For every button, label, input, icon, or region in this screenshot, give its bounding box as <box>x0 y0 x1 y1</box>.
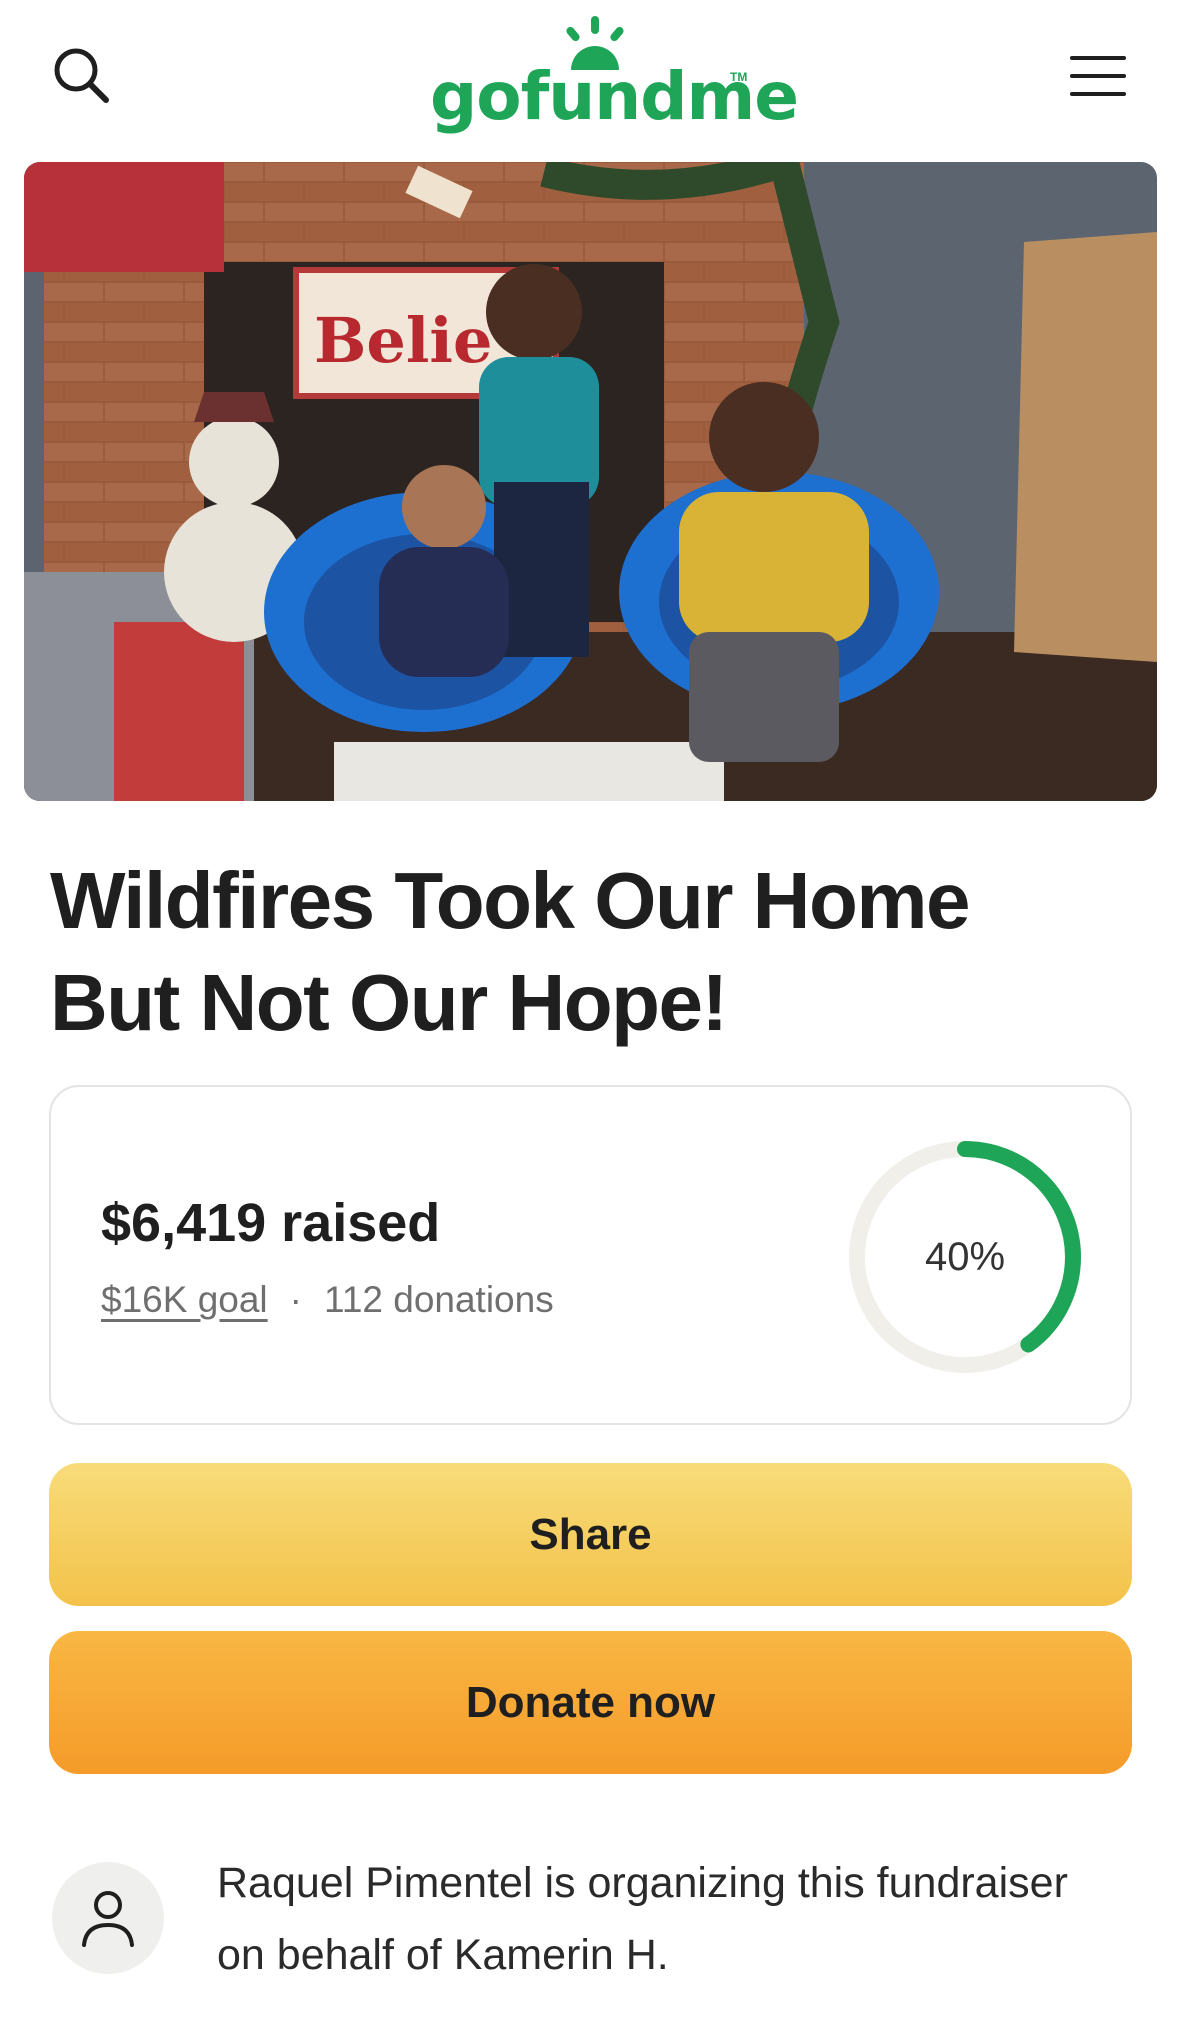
gofundme-logo[interactable]: gofundme TM <box>420 14 799 140</box>
top-header: gofundme TM <box>0 0 1179 150</box>
menu-button[interactable] <box>1058 38 1138 114</box>
fundraiser-hero-image[interactable]: Belie <box>24 162 1157 801</box>
share-button[interactable]: Share <box>49 1463 1132 1606</box>
fundraiser-page: gofundme TM Belie Wildfires Took Our Hom… <box>0 0 1179 2033</box>
organizer-avatar[interactable] <box>52 1862 164 1974</box>
organizer-text: Raquel Pimentel is organizing this fundr… <box>217 1859 1068 1979</box>
goal-link[interactable]: $16K goal <box>101 1279 268 1320</box>
user-icon <box>82 1891 134 1947</box>
svg-text:Belie: Belie <box>314 304 492 377</box>
donate-now-button[interactable]: Donate now <box>49 1631 1132 1774</box>
progress-card: $6,419 raised $16K goal · 112 donations 40… <box>49 1085 1132 1425</box>
campaign-title: Wildfires Took Our Home But Not Our Hope… <box>50 856 970 1047</box>
amount-raised: $6,419 raised <box>101 1193 441 1253</box>
progress-ring: 40% <box>841 1133 1089 1381</box>
search-button[interactable] <box>44 38 120 114</box>
donation-count: 112 donations <box>323 1279 554 1320</box>
search-icon <box>54 48 109 103</box>
goal-and-donations: $16K goal · 112 donations <box>101 1279 554 1321</box>
progress-percent: 40% <box>924 1234 1006 1279</box>
meta-separator: · <box>289 1279 302 1320</box>
logo-trademark: TM <box>730 70 748 84</box>
hamburger-menu-icon <box>1070 56 1126 96</box>
hero-photo: Belie <box>24 162 1157 801</box>
